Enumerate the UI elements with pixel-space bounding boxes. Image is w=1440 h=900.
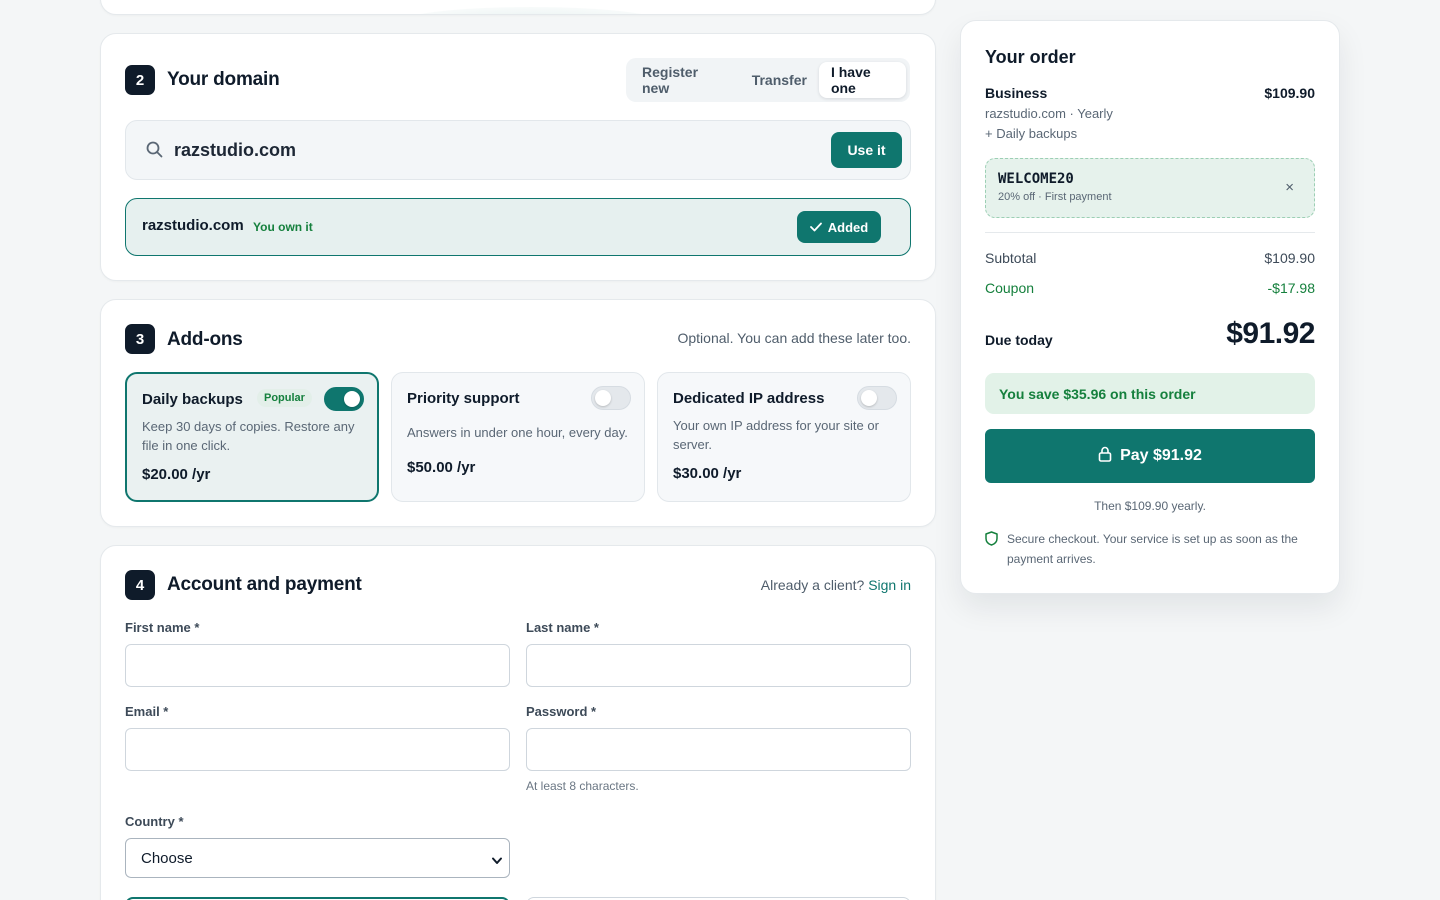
addon-title: Daily backups bbox=[142, 391, 243, 408]
toggle-knob bbox=[861, 390, 877, 406]
check-icon bbox=[809, 220, 822, 235]
addon-price: $50.00 /yr bbox=[407, 459, 476, 476]
account-section: 4 Account and payment Already a client? … bbox=[100, 545, 936, 900]
coupon-description: 20% off · First payment bbox=[998, 191, 1112, 203]
divider bbox=[985, 232, 1315, 233]
addon-line: + Daily backups bbox=[985, 126, 1078, 141]
use-it-button[interactable]: Use it bbox=[831, 132, 902, 168]
section-title: Account and payment bbox=[167, 574, 362, 595]
order-title: Your order bbox=[985, 47, 1076, 67]
password-field[interactable] bbox=[526, 728, 911, 771]
popular-badge: Popular bbox=[257, 389, 312, 407]
coupon-label: Coupon bbox=[985, 280, 1035, 296]
tab-transfer[interactable]: Transfer bbox=[740, 62, 819, 98]
addon-title: Dedicated IP address bbox=[673, 390, 825, 407]
decorative-glow bbox=[401, 7, 661, 14]
due-today-label: Due today bbox=[985, 332, 1053, 348]
toggle-knob bbox=[344, 391, 360, 407]
previous-section-card bbox=[100, 0, 936, 15]
first-name-field[interactable] bbox=[125, 644, 510, 687]
owned-domain-row: razstudio.com You own it Added bbox=[125, 198, 911, 256]
tab-i-have-one[interactable]: I have one bbox=[818, 62, 906, 98]
last-name-field[interactable] bbox=[526, 644, 911, 687]
addon-toggle[interactable] bbox=[857, 386, 897, 410]
country-select[interactable]: Choose bbox=[125, 838, 510, 878]
close-icon[interactable]: × bbox=[1285, 179, 1294, 196]
addon-description: Your own IP address for your site or ser… bbox=[673, 418, 879, 452]
email-label: Email * bbox=[125, 704, 169, 719]
country-label: Country * bbox=[125, 814, 184, 829]
addons-section: 3 Add-ons Optional. You can add these la… bbox=[100, 299, 936, 527]
section-title: Add-ons bbox=[167, 329, 243, 350]
coupon-value: -$17.98 bbox=[1267, 280, 1315, 296]
applied-coupon: WELCOME20 20% off · First payment × bbox=[985, 158, 1315, 218]
addon-title: Priority support bbox=[407, 390, 520, 407]
addon-card-priority-support[interactable]: Priority support Answers in under one ho… bbox=[391, 372, 645, 502]
secure-checkout-text: Secure checkout. Your service is set up … bbox=[1007, 532, 1298, 566]
section-title: Your domain bbox=[167, 69, 280, 90]
addon-price: $30.00 /yr bbox=[673, 465, 742, 482]
pay-button[interactable]: Pay $91.92 bbox=[985, 429, 1315, 483]
addon-toggle[interactable] bbox=[324, 387, 364, 411]
signin-prompt: Already a client? Sign in bbox=[761, 577, 911, 593]
domain-search-input[interactable]: razstudio.com Use it bbox=[125, 120, 911, 180]
pay-button-label: Pay $91.92 bbox=[1120, 447, 1202, 464]
savings-banner: You save $35.96 on this order bbox=[985, 373, 1315, 414]
added-button[interactable]: Added bbox=[797, 211, 881, 243]
tab-register-new[interactable]: Register new bbox=[630, 62, 740, 98]
country-select-value: Choose bbox=[141, 850, 193, 867]
owned-domain-name: razstudio.com bbox=[142, 217, 244, 234]
last-name-label: Last name * bbox=[526, 620, 599, 635]
search-icon bbox=[146, 141, 163, 163]
step-badge: 4 bbox=[125, 570, 155, 600]
step-badge: 2 bbox=[125, 65, 155, 95]
addon-description: Keep 30 days of copies. Restore any file… bbox=[142, 419, 355, 453]
shield-icon bbox=[985, 531, 998, 551]
signin-link[interactable]: Sign in bbox=[868, 577, 911, 593]
plan-detail: razstudio.com · Yearly bbox=[985, 106, 1113, 121]
added-label: Added bbox=[827, 219, 869, 235]
lock-icon bbox=[1098, 446, 1112, 467]
password-label: Password * bbox=[526, 704, 597, 719]
optional-note: Optional. You can add these later too. bbox=[677, 330, 911, 346]
first-name-label: First name * bbox=[125, 620, 200, 635]
email-field[interactable] bbox=[125, 728, 510, 771]
addon-card-daily-backups[interactable]: Daily backups Popular Keep 30 days of co… bbox=[125, 372, 379, 502]
addon-description: Answers in under one hour, every day. bbox=[407, 425, 628, 440]
toggle-knob bbox=[595, 390, 611, 406]
plan-name: Business bbox=[985, 85, 1048, 101]
domain-section: 2 Your domain Register new Transfer I ha… bbox=[100, 33, 936, 281]
plan-price: $109.90 bbox=[1264, 85, 1315, 101]
chevron-down-icon bbox=[491, 853, 503, 871]
addon-toggle[interactable] bbox=[591, 386, 631, 410]
subtotal-value: $109.90 bbox=[1264, 250, 1315, 266]
domain-search-value: razstudio.com bbox=[174, 140, 297, 160]
signin-prompt-text: Already a client? bbox=[760, 577, 865, 593]
subtotal-label: Subtotal bbox=[985, 250, 1037, 266]
order-summary: Your order Business $109.90 razstudio.co… bbox=[960, 20, 1340, 594]
password-hint: At least 8 characters. bbox=[526, 779, 639, 793]
due-today-value: $91.92 bbox=[1226, 317, 1315, 350]
ownership-tag: You own it bbox=[253, 220, 313, 234]
renewal-note: Then $109.90 yearly. bbox=[1094, 499, 1206, 513]
addon-price: $20.00 /yr bbox=[142, 466, 211, 483]
addon-card-dedicated-ip[interactable]: Dedicated IP address Your own IP address… bbox=[657, 372, 911, 502]
coupon-code: WELCOME20 bbox=[998, 171, 1074, 187]
step-badge: 3 bbox=[125, 324, 155, 354]
domain-mode-tabs: Register new Transfer I have one bbox=[626, 58, 910, 102]
